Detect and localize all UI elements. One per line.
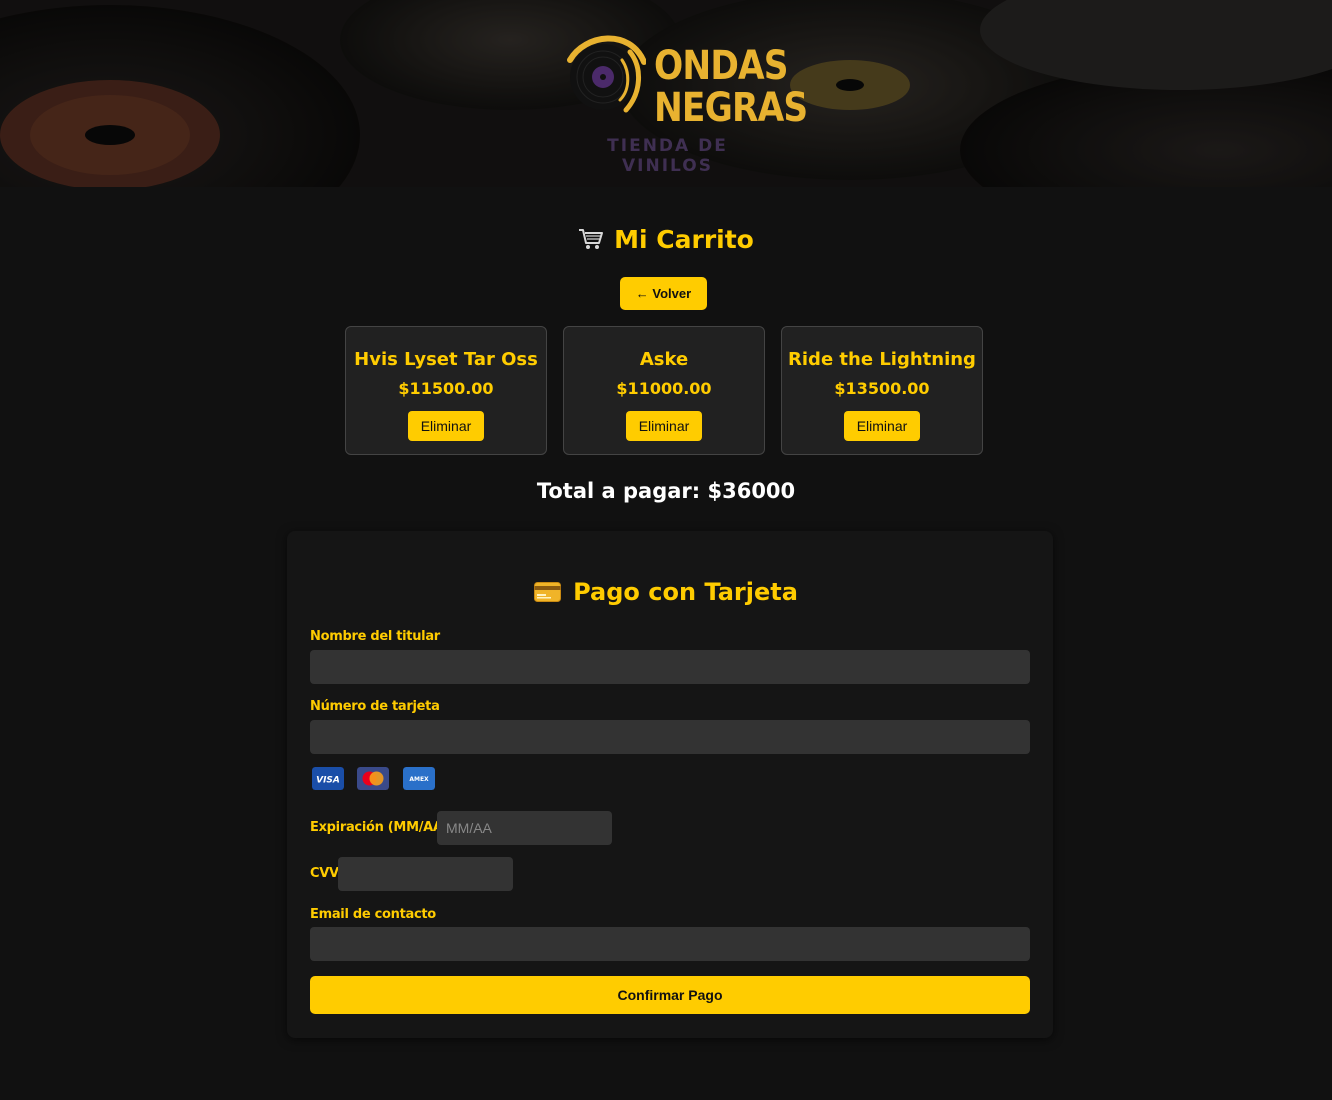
expiry-input[interactable]: [437, 811, 612, 845]
holder-name-label: Nombre del titular: [310, 629, 440, 644]
credit-card-icon: [534, 580, 562, 608]
mastercard-logo: [357, 767, 389, 790]
email-label: Email de contacto: [310, 907, 436, 922]
payment-title-text: Pago con Tarjeta: [573, 578, 798, 606]
svg-text:AMEX: AMEX: [409, 776, 429, 783]
item-name: Ride the Lightning: [788, 349, 976, 370]
expiry-label: Expiración (MM/AA): [310, 820, 449, 835]
payment-title: Pago con Tarjeta: [0, 578, 1332, 608]
amex-logo: AMEX: [403, 767, 435, 790]
cart-item: Hvis Lyset Tar Oss $11500.00 Eliminar: [345, 326, 547, 455]
cart-title-text: Mi Carrito: [614, 225, 754, 254]
cart-title: Mi Carrito: [0, 225, 1332, 257]
item-price: $11000.00: [616, 379, 712, 398]
shopping-cart-icon: [578, 227, 604, 257]
item-price: $13500.00: [834, 379, 930, 398]
cart-total: Total a pagar: $36000: [536, 479, 796, 503]
brand-logo[interactable]: ONDAS NEGRAS TIENDA DE VINILOS: [560, 30, 808, 176]
remove-item-button[interactable]: Eliminar: [844, 411, 920, 441]
card-number-input[interactable]: [310, 720, 1030, 754]
back-button[interactable]: ← Volver: [620, 277, 707, 310]
item-price: $11500.00: [398, 379, 494, 398]
remove-item-button[interactable]: Eliminar: [408, 411, 484, 441]
brand-name-line2: NEGRAS: [654, 85, 808, 131]
item-name: Hvis Lyset Tar Oss: [354, 349, 538, 370]
header-banner: ONDAS NEGRAS TIENDA DE VINILOS: [0, 0, 1332, 187]
brand-name-line1: ONDAS: [654, 43, 789, 89]
email-input[interactable]: [310, 927, 1030, 961]
card-number-label: Número de tarjeta: [310, 699, 440, 714]
vinyl-disc-icon: [567, 35, 646, 113]
holder-name-input[interactable]: [310, 650, 1030, 684]
cart-item: Ride the Lightning $13500.00 Eliminar: [781, 326, 983, 455]
item-name: Aske: [639, 349, 689, 370]
cvv-label: CVV: [310, 866, 339, 881]
cart-item: Aske $11000.00 Eliminar: [563, 326, 765, 455]
brand-tagline: TIENDA DE VINILOS: [607, 136, 728, 176]
visa-logo: VISA: [312, 767, 344, 790]
cvv-input[interactable]: [338, 857, 513, 891]
svg-text:VISA: VISA: [316, 776, 340, 786]
confirm-payment-button[interactable]: Confirmar Pago: [310, 976, 1030, 1014]
remove-item-button[interactable]: Eliminar: [626, 411, 702, 441]
